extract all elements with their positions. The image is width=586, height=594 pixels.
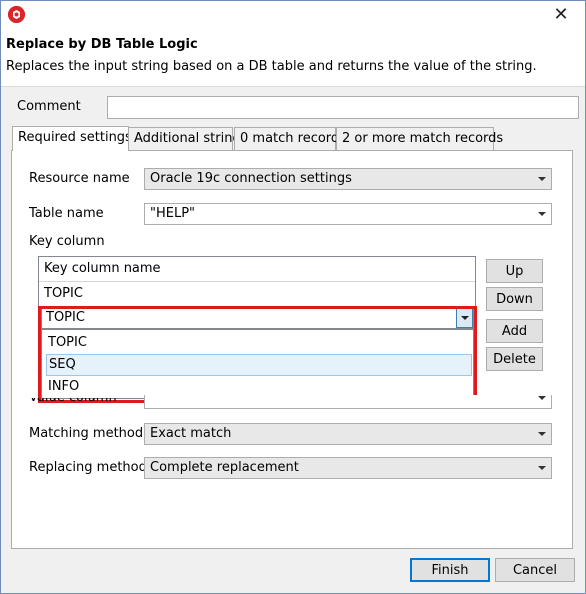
- title-bar: [1, 1, 585, 29]
- highlight-box: [38, 306, 477, 403]
- chevron-down-icon: [538, 432, 546, 436]
- dialog-header: Replace by DB Table Logic Replaces the i…: [1, 30, 585, 86]
- resource-name-label: Resource name: [29, 171, 130, 186]
- dialog-title: Replace by DB Table Logic: [6, 37, 198, 52]
- replacing-method-label: Replacing method: [29, 460, 147, 475]
- down-button[interactable]: Down: [486, 287, 543, 311]
- tab-join: [13, 149, 128, 152]
- chevron-down-icon: [538, 212, 546, 216]
- tab-additional-string[interactable]: Additional string: [128, 127, 241, 150]
- up-button[interactable]: Up: [486, 259, 543, 283]
- chevron-down-icon: [538, 177, 546, 181]
- app-logo-icon: [8, 6, 25, 23]
- resource-name-select[interactable]: Oracle 19c connection settings: [144, 168, 552, 190]
- table-name-value: "HELP": [150, 206, 196, 221]
- key-column-header: Key column name: [39, 257, 475, 282]
- key-column-label: Key column: [29, 234, 105, 249]
- matching-method-select[interactable]: Exact match: [144, 423, 552, 445]
- replacing-method-value: Complete replacement: [150, 460, 299, 475]
- close-icon[interactable]: ✕: [547, 2, 575, 26]
- add-button[interactable]: Add: [486, 319, 543, 343]
- delete-button[interactable]: Delete: [486, 347, 543, 371]
- resource-name-value: Oracle 19c connection settings: [150, 171, 352, 186]
- matching-method-value: Exact match: [150, 426, 232, 441]
- comment-input[interactable]: [107, 96, 579, 119]
- finish-button[interactable]: Finish: [410, 558, 490, 582]
- chevron-down-icon: [538, 466, 546, 470]
- table-name-select[interactable]: "HELP": [144, 203, 552, 225]
- tab-0-match-record[interactable]: 0 match record: [234, 127, 339, 150]
- cancel-button[interactable]: Cancel: [495, 558, 575, 582]
- table-row[interactable]: TOPIC: [39, 282, 475, 307]
- chevron-down-icon: [538, 396, 546, 400]
- dialog-description: Replaces the input string based on a DB …: [6, 59, 537, 74]
- replacing-method-select[interactable]: Complete replacement: [144, 457, 552, 479]
- table-name-label: Table name: [29, 206, 104, 221]
- matching-method-label: Matching method: [29, 426, 144, 441]
- tab-2-or-more-match-records[interactable]: 2 or more match records: [336, 127, 503, 150]
- comment-label: Comment: [17, 99, 81, 114]
